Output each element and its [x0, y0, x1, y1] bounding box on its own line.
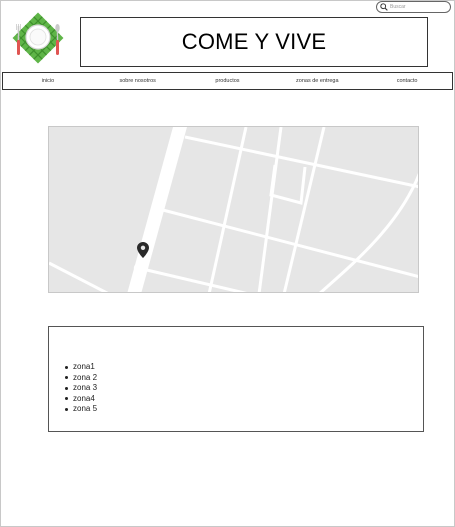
- nav-item-zonas-de-entrega[interactable]: zonas de entrega: [272, 78, 362, 84]
- zone-label: zona 5: [73, 404, 98, 413]
- zones-list: zona1 zona 2 zona 3 zona4 zona 5: [65, 362, 97, 415]
- bullet-icon: [65, 407, 68, 411]
- search-icon: [380, 3, 388, 11]
- bullet-icon: [65, 365, 68, 369]
- map-streets: [49, 127, 418, 292]
- nav-item-contacto[interactable]: contacto: [362, 78, 452, 84]
- zone-label: zona 2: [73, 372, 98, 382]
- search-input[interactable]: [388, 2, 450, 12]
- list-item[interactable]: zona 5: [65, 404, 97, 415]
- list-item[interactable]: zona 2: [65, 373, 97, 384]
- nav-item-sobre-nosotros[interactable]: sobre nosotros: [93, 78, 183, 84]
- bullet-icon: [65, 397, 68, 401]
- delivery-map[interactable]: [48, 126, 419, 293]
- main-nav: inicio sobre nosotros productos zonas de…: [2, 72, 453, 90]
- zone-label: zona1: [73, 362, 95, 371]
- nav-item-productos[interactable]: productos: [183, 78, 273, 84]
- zone-label: zona 3: [73, 383, 98, 392]
- list-item[interactable]: zona4: [65, 394, 97, 405]
- site-title-box: COME Y VIVE: [80, 17, 428, 67]
- site-title: COME Y VIVE: [181, 29, 327, 54]
- search-box[interactable]: [376, 1, 451, 13]
- nav-item-inicio[interactable]: inicio: [3, 78, 93, 84]
- bullet-icon: [65, 376, 68, 380]
- delivery-zones-box: zona1 zona 2 zona 3 zona4 zona 5: [48, 326, 424, 432]
- list-item[interactable]: zona 3: [65, 383, 97, 394]
- plate-cutlery-icon: [12, 12, 64, 64]
- bullet-icon: [65, 386, 68, 390]
- list-item[interactable]: zona1: [65, 362, 97, 373]
- map-pin-icon[interactable]: [137, 242, 149, 258]
- zone-label: zona4: [73, 393, 95, 403]
